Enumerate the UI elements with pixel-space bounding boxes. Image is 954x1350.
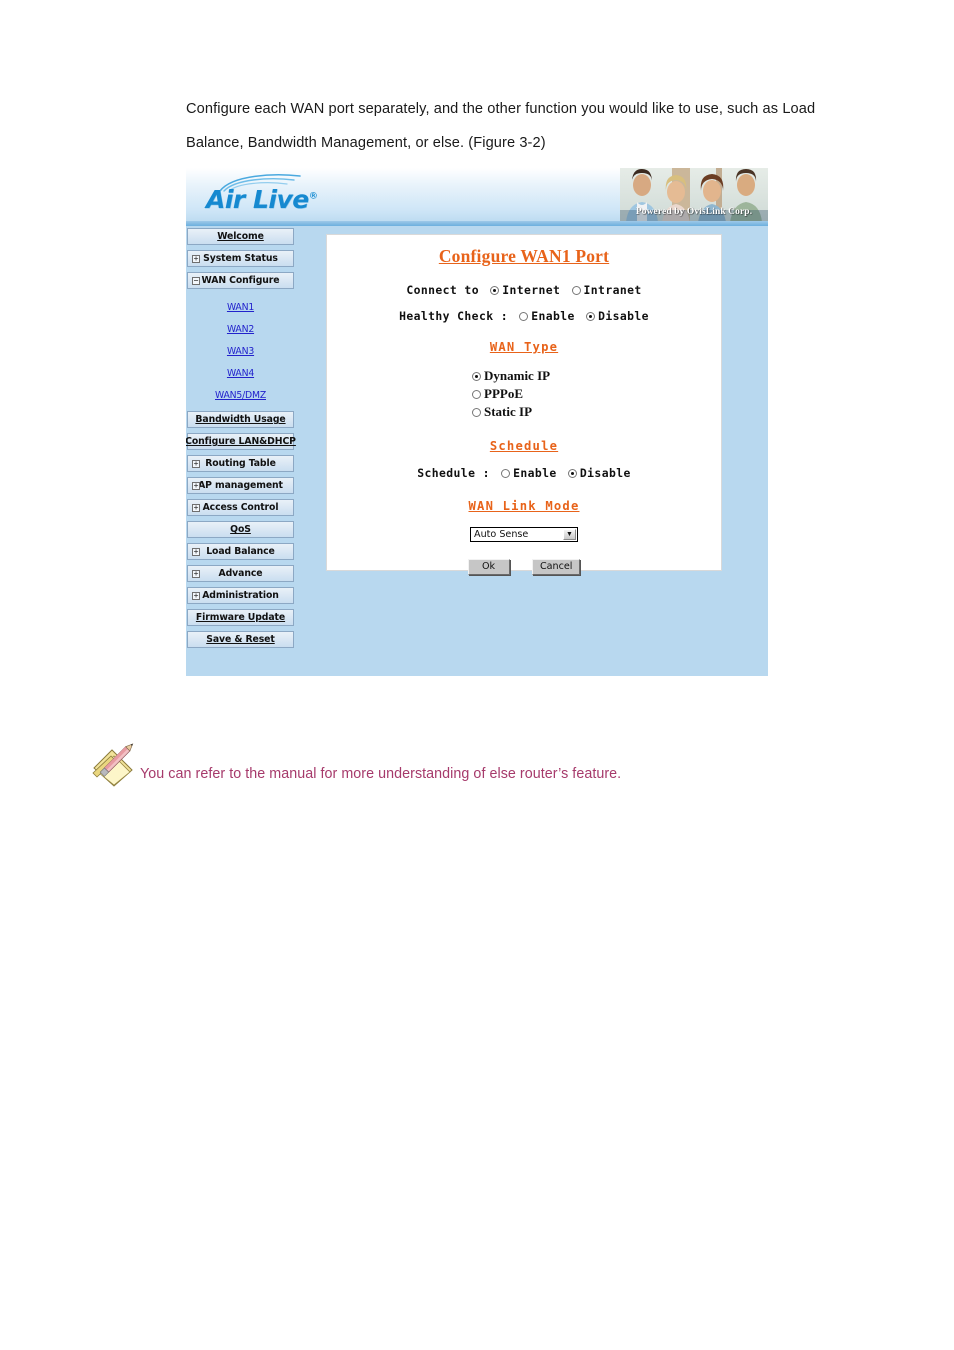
sidebar-item-configure-lan-dhcp[interactable]: Configure LAN&DHCP <box>186 433 296 450</box>
healthy-check-disable-label: Disable <box>598 309 649 323</box>
wan-type-heading: WAN Type <box>489 340 559 354</box>
connect-to-row: Connect to Internet Intranet <box>327 283 721 297</box>
expand-plus-icon[interactable]: + <box>192 504 200 512</box>
sidebar-item-access-control[interactable]: + Access Control <box>187 499 294 516</box>
sidebar-item-wan3[interactable]: WAN3 <box>187 341 294 363</box>
schedule-label: Schedule : <box>417 466 490 480</box>
sidebar-item-wan5-dmz[interactable]: WAN5/DMZ <box>187 385 294 407</box>
sidebar-item-advance[interactable]: + Advance <box>187 565 294 582</box>
ui-header: Air Live® Powered by OvisLink Corp. <box>186 168 768 226</box>
banner-caption: Powered by OvisLink Corp. <box>635 207 753 217</box>
expand-plus-icon[interactable]: + <box>192 482 200 490</box>
sidebar-item-routing-table[interactable]: + Routing Table <box>187 455 294 472</box>
ui-body: Welcome + System Status − WAN Configure … <box>186 226 768 676</box>
schedule-row: Schedule : Enable Disable <box>327 466 721 480</box>
sidebar-item-label: Administration <box>202 590 279 601</box>
sidebar-item-label: Access Control <box>202 502 279 513</box>
sidebar-item-label: Save & Reset <box>206 634 275 645</box>
expand-plus-icon[interactable]: + <box>192 570 200 578</box>
connect-to-internet-radio[interactable] <box>490 286 500 295</box>
cancel-button[interactable]: Cancel <box>531 559 581 575</box>
schedule-enable-radio[interactable] <box>501 469 511 478</box>
airlive-logo: Air Live® <box>204 172 384 220</box>
sidebar-item-qos[interactable]: QoS <box>187 521 294 538</box>
connect-to-intranet-label: Intranet <box>583 283 642 297</box>
sidebar-item-save-reset[interactable]: Save & Reset <box>187 631 294 648</box>
wan-type-pppoe[interactable]: PPPoE <box>468 385 580 403</box>
sidebar-item-label: Bandwidth Usage <box>195 414 286 425</box>
wan-type-dynamic-ip-radio[interactable] <box>472 372 481 381</box>
sidebar-item-label: Load Balance <box>206 546 275 557</box>
sidebar-item-wan1[interactable]: WAN1 <box>187 297 294 319</box>
sidebar-item-wan4[interactable]: WAN4 <box>187 363 294 385</box>
wan-type-static-ip-label: Static IP <box>484 404 533 419</box>
wan-type-static-ip[interactable]: Static IP <box>468 403 580 421</box>
header-banner-photo: Powered by OvisLink Corp. <box>620 168 768 222</box>
wan-type-option: Static IP <box>327 403 721 421</box>
connect-to-intranet-radio[interactable] <box>571 286 581 295</box>
wan-submenu: WAN1 WAN2 WAN3 WAN4 WAN5/DMZ <box>187 294 294 411</box>
ok-button[interactable]: Ok <box>467 559 510 575</box>
sidebar-item-label: QoS <box>230 524 251 535</box>
chevron-down-icon[interactable]: ▼ <box>563 529 576 540</box>
expand-plus-icon[interactable]: + <box>192 460 200 468</box>
wan-link-mode-select[interactable]: Auto Sense ▼ <box>470 527 578 542</box>
registered-mark-icon: ® <box>308 191 318 202</box>
note-callout: You can refer to the manual for more und… <box>90 742 850 792</box>
wan-type-pppoe-radio[interactable] <box>472 390 481 399</box>
wan-type-dynamic-ip-label: Dynamic IP <box>484 368 551 383</box>
logo-wordmark: Air Live® <box>206 185 318 214</box>
sidebar-item-firmware-update[interactable]: Firmware Update <box>187 609 294 626</box>
wan-type-dynamic-ip[interactable]: Dynamic IP <box>468 367 580 385</box>
healthy-check-enable-radio[interactable] <box>519 312 529 321</box>
healthy-check-enable-label: Enable <box>531 309 575 323</box>
sidebar-item-label: Configure LAN&DHCP <box>186 436 296 447</box>
wan-type-option: Dynamic IP <box>327 367 721 385</box>
wan-link-mode-value: Auto Sense <box>474 529 529 540</box>
collapse-minus-icon[interactable]: − <box>192 277 200 285</box>
sidebar-menu: Welcome + System Status − WAN Configure … <box>186 228 296 653</box>
sidebar-item-system-status[interactable]: + System Status <box>187 250 294 267</box>
note-pencil-icon <box>92 743 134 787</box>
wan-configure-panel: Configure WAN1 Port Connect to Internet … <box>326 234 722 575</box>
sidebar-item-administration[interactable]: + Administration <box>187 587 294 604</box>
page-title: Configure WAN1 Port <box>438 246 610 266</box>
healthy-check-disable-radio[interactable] <box>586 312 596 321</box>
sidebar-item-label: Routing Table <box>205 458 276 469</box>
healthy-check-label: Healthy Check : <box>399 309 508 323</box>
sidebar-item-label: Advance <box>218 568 263 579</box>
healthy-check-row: Healthy Check : Enable Disable <box>327 309 721 323</box>
wan-link-mode-heading: WAN Link Mode <box>468 499 580 513</box>
connect-to-label: Connect to <box>406 283 479 297</box>
logo-wordmark-text: Air Live <box>206 185 309 214</box>
expand-plus-icon[interactable]: + <box>192 548 200 556</box>
expand-plus-icon[interactable]: + <box>192 255 200 263</box>
sidebar-item-label: System Status <box>203 253 278 264</box>
sidebar-item-label: WAN Configure <box>201 275 280 286</box>
router-web-ui: Air Live® Powered by OvisLink Corp. Welc… <box>186 168 768 676</box>
wan-link-mode-field: Auto Sense ▼ <box>327 524 721 542</box>
expand-plus-icon[interactable]: + <box>192 592 200 600</box>
wan-type-options: Dynamic IP PPPoE Static IP <box>327 367 721 421</box>
wan-type-static-ip-radio[interactable] <box>472 408 481 417</box>
sidebar-item-bandwidth-usage[interactable]: Bandwidth Usage <box>187 411 294 428</box>
intro-paragraph: Configure each WAN port separately, and … <box>186 101 816 151</box>
sidebar-item-welcome[interactable]: Welcome <box>187 228 294 245</box>
sidebar-item-wan2[interactable]: WAN2 <box>187 319 294 341</box>
connect-to-internet-label: Internet <box>502 283 561 297</box>
schedule-heading: Schedule <box>489 439 559 453</box>
schedule-disable-radio[interactable] <box>567 469 577 478</box>
note-text: You can refer to the manual for more und… <box>140 766 622 782</box>
sidebar-item-wan-configure[interactable]: − WAN Configure <box>187 272 294 289</box>
wan-type-option: PPPoE <box>327 385 721 403</box>
sidebar-item-load-balance[interactable]: + Load Balance <box>187 543 294 560</box>
form-actions: Ok Cancel <box>327 556 721 575</box>
wan-type-pppoe-label: PPPoE <box>484 386 523 401</box>
schedule-enable-label: Enable <box>513 466 557 480</box>
sidebar-item-label: Welcome <box>217 231 264 242</box>
sidebar-item-ap-management[interactable]: + AP management <box>187 477 294 494</box>
schedule-disable-label: Disable <box>579 466 631 480</box>
sidebar-item-label: AP management <box>198 480 283 491</box>
sidebar-item-label: Firmware Update <box>195 612 286 623</box>
